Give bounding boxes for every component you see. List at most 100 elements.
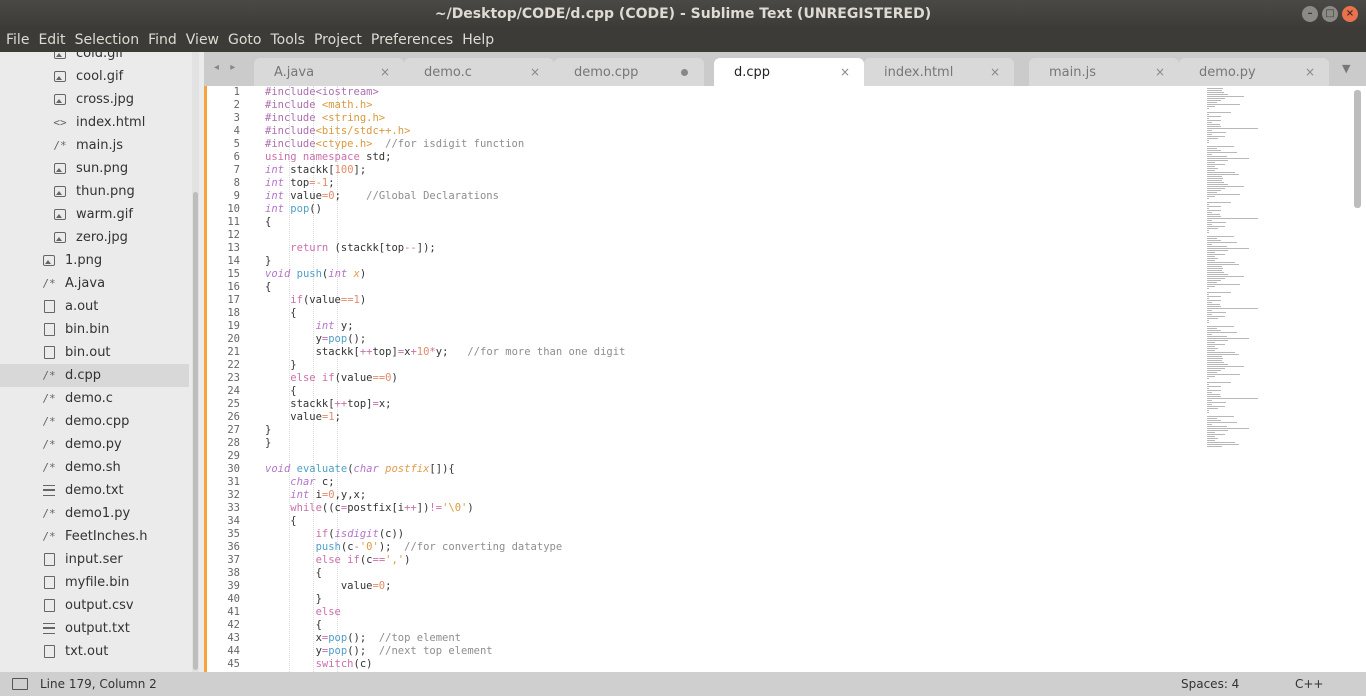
menu-item-find[interactable]: Find — [144, 28, 181, 52]
code-line[interactable]: } — [265, 255, 271, 268]
code-line[interactable]: stackk[++top]=x+10*y; //for more than on… — [265, 346, 626, 359]
code-line[interactable]: char c; — [265, 476, 334, 489]
code-line[interactable]: int pop() — [265, 203, 322, 216]
sidebar-file-item[interactable]: output.csv — [0, 594, 189, 617]
sidebar-file-item[interactable]: /* d.cpp — [0, 364, 189, 387]
code-line[interactable]: return (stackk[top--]); — [265, 242, 435, 255]
code-line[interactable]: } — [265, 437, 271, 450]
sidebar-file-item[interactable]: <> index.html — [0, 111, 189, 134]
close-icon[interactable]: × — [1342, 6, 1358, 22]
sidebar-file-item[interactable]: a.out — [0, 295, 189, 318]
sidebar-file-item[interactable]: /* A.java — [0, 272, 189, 295]
tab-demo-cpp[interactable]: demo.cpp — [554, 58, 704, 86]
code-view[interactable]: #include<iostream> #include <math.h> #incl… — [265, 86, 1200, 672]
sidebar-file-item[interactable]: output.txt — [0, 617, 189, 640]
code-line[interactable]: if(isdigit(c)) — [265, 528, 405, 541]
code-line[interactable]: stackk[++top]=x; — [265, 398, 391, 411]
menu-item-file[interactable]: File — [2, 28, 33, 52]
close-icon[interactable]: × — [380, 65, 390, 79]
code-line[interactable]: } — [265, 593, 322, 606]
tab-overflow-icon[interactable]: ▼ — [1342, 62, 1350, 75]
code-line[interactable]: switch(c) — [265, 658, 373, 671]
code-line[interactable]: { — [265, 515, 296, 528]
sidebar-file-item[interactable]: zero.jpg — [0, 226, 189, 249]
sidebar-file-item[interactable]: /* FeetInches.h — [0, 525, 189, 548]
sidebar-file-item[interactable]: sun.png — [0, 157, 189, 180]
tab-demo-c[interactable]: demo.c × — [404, 58, 554, 86]
sidebar-scrollbar-thumb[interactable] — [193, 192, 198, 670]
tab-a-java[interactable]: A.java × — [254, 58, 404, 86]
close-icon[interactable]: × — [1155, 65, 1165, 79]
sidebar-file-item[interactable]: txt.out — [0, 640, 189, 663]
code-line[interactable]: value=1; — [265, 411, 341, 424]
sidebar-file-item[interactable]: bin.bin — [0, 318, 189, 341]
sidebar-file-item[interactable]: /* demo.sh — [0, 456, 189, 479]
menu-item-edit[interactable]: Edit — [34, 28, 69, 52]
sidebar-file-item[interactable]: /* demo1.py — [0, 502, 189, 525]
sidebar-file-item[interactable]: cool.gif — [0, 65, 189, 88]
code-line[interactable]: { — [265, 281, 271, 294]
indentation-setting[interactable]: Spaces: 4 — [1181, 677, 1239, 691]
tab-d-cpp[interactable]: d.cpp × — [714, 58, 864, 86]
code-line[interactable]: y=pop(); — [265, 333, 367, 346]
menu-item-preferences[interactable]: Preferences — [367, 28, 457, 52]
code-line[interactable]: y=pop(); //next top element — [265, 645, 493, 658]
maximize-icon[interactable]: □ — [1322, 6, 1338, 22]
close-icon[interactable]: × — [1305, 65, 1315, 79]
tab-main-js[interactable]: main.js × — [1029, 58, 1179, 86]
code-line[interactable]: void evaluate(char postfix[]){ — [265, 463, 455, 476]
sidebar-file-item[interactable]: cold.gif — [0, 52, 189, 65]
code-line[interactable]: else if(value==0) — [265, 372, 398, 385]
code-line[interactable]: int i=0,y,x; — [265, 489, 366, 502]
sidebar-file-item[interactable]: demo.txt — [0, 479, 189, 502]
code-line[interactable]: if(value==1) — [265, 294, 366, 307]
code-line[interactable]: { — [265, 216, 271, 229]
sidebar-file-item[interactable]: input.ser — [0, 548, 189, 571]
code-line[interactable]: { — [265, 307, 296, 320]
code-line[interactable]: #include<ctype.h> //for isdigit function — [265, 138, 524, 151]
code-line[interactable]: else if(c==',') — [265, 554, 411, 567]
code-line[interactable]: { — [265, 567, 322, 580]
sidebar-file-item[interactable]: /* demo.c — [0, 387, 189, 410]
code-line[interactable]: value=0; — [265, 580, 392, 593]
code-line[interactable]: using namespace std; — [265, 151, 391, 164]
tab-demo-py[interactable]: demo.py × — [1179, 58, 1329, 86]
code-line[interactable]: x=pop(); //top element — [265, 632, 461, 645]
menu-item-help[interactable]: Help — [458, 28, 498, 52]
minimize-icon[interactable]: – — [1302, 6, 1318, 22]
menu-item-tools[interactable]: Tools — [266, 28, 309, 52]
sidebar-file-item[interactable]: bin.out — [0, 341, 189, 364]
panel-toggle-icon[interactable] — [12, 678, 28, 690]
code-line[interactable]: #include<iostream> — [265, 86, 379, 99]
menu-item-view[interactable]: View — [182, 28, 223, 52]
code-line[interactable]: while((c=postfix[i++])!='\0') — [265, 502, 473, 515]
minimap[interactable] — [1203, 88, 1283, 448]
close-icon[interactable]: × — [840, 65, 850, 79]
menu-item-selection[interactable]: Selection — [71, 28, 144, 52]
sidebar-file-item[interactable]: thun.png — [0, 180, 189, 203]
editor-scrollbar-thumb[interactable] — [1354, 90, 1361, 208]
tab-index-html[interactable]: index.html × — [864, 58, 1014, 86]
code-line[interactable]: } — [265, 359, 296, 372]
code-line[interactable]: int top=-1; — [265, 177, 335, 190]
code-line[interactable]: { — [265, 619, 322, 632]
code-line[interactable]: #include <math.h> — [265, 99, 372, 112]
sidebar-file-item[interactable]: warm.gif — [0, 203, 189, 226]
menu-item-goto[interactable]: Goto — [224, 28, 265, 52]
menu-item-project[interactable]: Project — [310, 28, 366, 52]
sidebar-file-item[interactable]: 1.png — [0, 249, 189, 272]
sidebar-file-item[interactable]: /* demo.py — [0, 433, 189, 456]
code-line[interactable]: void push(int x) — [265, 268, 366, 281]
code-line[interactable]: int stackk[100]; — [265, 164, 366, 177]
code-line[interactable]: push(c-'0'); //for converting datatype — [265, 541, 563, 554]
syntax-selector[interactable]: C++ — [1295, 677, 1324, 691]
code-line[interactable]: int y; — [265, 320, 354, 333]
code-line[interactable]: int value=0; //Global Declarations — [265, 190, 499, 203]
code-line[interactable]: #include<bits/stdc++.h> — [265, 125, 410, 138]
unsaved-dot-icon[interactable] — [681, 68, 688, 76]
sidebar-file-item[interactable]: myfile.bin — [0, 571, 189, 594]
code-line[interactable]: else — [265, 606, 341, 619]
sidebar-file-item[interactable]: /* main.js — [0, 134, 189, 157]
code-line[interactable]: #include <string.h> — [265, 112, 385, 125]
tab-nav-arrows-icon[interactable]: ◂ ▸ — [214, 62, 239, 73]
